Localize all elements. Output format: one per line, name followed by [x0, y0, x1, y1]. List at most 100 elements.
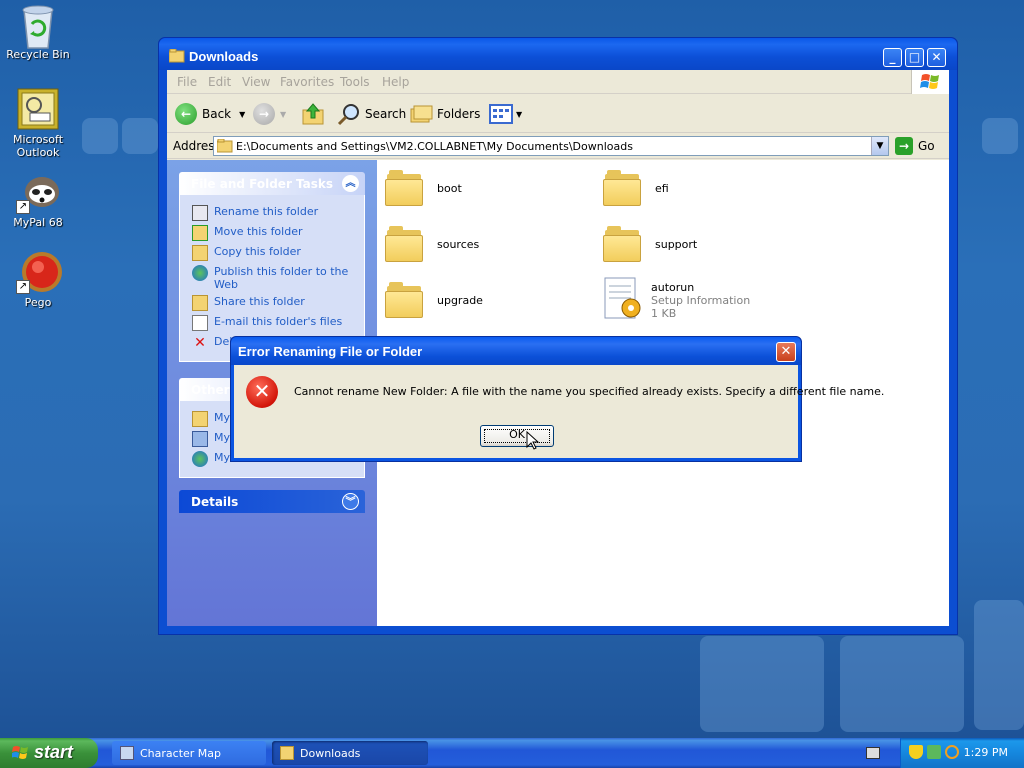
- rename-icon: [192, 205, 208, 221]
- expand-icon[interactable]: ︾: [342, 493, 359, 510]
- move-icon: [192, 225, 208, 241]
- minimize-button[interactable]: _: [883, 48, 902, 67]
- task-copy-folder[interactable]: Copy this folder: [192, 245, 354, 261]
- desktop-decoration: [82, 118, 118, 154]
- dialog-message: Cannot rename New Folder: A file with th…: [294, 385, 885, 398]
- go-arrow-icon: →: [895, 137, 913, 155]
- folders-label: Folders: [437, 107, 481, 121]
- task-publish-folder[interactable]: Publish this folder to the Web: [192, 265, 354, 291]
- folder-icon: [168, 48, 185, 66]
- taskbar-item-downloads[interactable]: Downloads: [272, 741, 428, 765]
- panel-title: File and Folder Tasks: [191, 177, 334, 191]
- file-info: autorun Setup Information 1 KB: [651, 281, 750, 320]
- panel-header[interactable]: Details ︾: [179, 490, 365, 513]
- task-label: E-mail this folder's files: [214, 315, 343, 328]
- dialog-title-bar[interactable]: Error Renaming File or Folder ✕: [231, 337, 801, 365]
- go-button[interactable]: → Go: [895, 137, 935, 155]
- menu-help[interactable]: Help: [382, 75, 409, 89]
- search-tray-icon[interactable]: [945, 745, 959, 759]
- task-label: Share this folder: [214, 295, 305, 308]
- keyboard-icon[interactable]: [866, 747, 880, 759]
- collapse-icon[interactable]: ︽: [342, 175, 359, 192]
- folder-item-boot[interactable]: boot: [385, 170, 462, 206]
- start-button[interactable]: start: [0, 738, 98, 768]
- task-label: Publish this folder to the Web: [214, 265, 349, 291]
- folder-icon: [385, 170, 425, 206]
- panel-header[interactable]: File and Folder Tasks ︽: [179, 172, 365, 195]
- folders-button[interactable]: Folders: [409, 100, 480, 128]
- views-icon: [489, 104, 513, 124]
- file-item-autorun[interactable]: autorun Setup Information 1 KB: [601, 276, 750, 324]
- delete-icon: ✕: [194, 335, 206, 351]
- menu-file[interactable]: File: [177, 75, 197, 89]
- shortcut-arrow-icon: ↗: [16, 200, 30, 214]
- system-tray: 1:29 PM: [900, 738, 1024, 768]
- copy-icon: [192, 245, 208, 261]
- desktop-icon-label: Microsoft Outlook: [12, 133, 64, 159]
- close-button[interactable]: ✕: [927, 48, 946, 67]
- taskbar-item-label: Character Map: [140, 746, 222, 760]
- focus-ring: [484, 429, 550, 443]
- address-value: E:\Documents and Settings\VM2.COLLABNET\…: [236, 140, 633, 153]
- desktop-icon-mypal[interactable]: ↗ MyPal 68: [0, 170, 76, 229]
- folder-item-upgrade[interactable]: upgrade: [385, 282, 483, 318]
- window-title-bar[interactable]: Downloads _ □ ✕: [159, 38, 957, 70]
- error-dialog: Error Renaming File or Folder ✕ ✕ Cannot…: [230, 336, 884, 462]
- mypal-icon: ↗: [16, 170, 60, 214]
- desktop-decoration: [840, 636, 964, 732]
- dialog-title: Error Renaming File or Folder: [238, 344, 423, 359]
- taskbar-item-character-map[interactable]: Character Map: [112, 741, 266, 765]
- panel-title: Details: [191, 495, 239, 509]
- address-input[interactable]: E:\Documents and Settings\VM2.COLLABNET\…: [213, 136, 889, 156]
- up-folder-button[interactable]: [301, 100, 325, 128]
- desktop-decoration: [122, 118, 158, 154]
- address-bar: Address E:\Documents and Settings\VM2.CO…: [167, 134, 949, 159]
- desktop-icon-outlook[interactable]: Microsoft Outlook: [0, 87, 76, 159]
- folder-item-efi[interactable]: efi: [603, 170, 669, 206]
- task-share-folder[interactable]: Share this folder: [192, 295, 354, 311]
- network-tray-icon[interactable]: [927, 745, 941, 759]
- taskbar-item-label: Downloads: [300, 746, 361, 760]
- file-name: efi: [655, 181, 669, 195]
- toolbar: ← Back ▼ → ▼ Search Folders ▼: [167, 95, 949, 133]
- character-map-icon: [120, 746, 134, 760]
- forward-button[interactable]: → ▼: [253, 100, 286, 128]
- desktop-icon-pego[interactable]: ↗ Pego: [0, 250, 76, 309]
- desktop-decoration: [974, 600, 1024, 730]
- dialog-close-button[interactable]: ✕: [776, 342, 796, 362]
- security-shield-icon[interactable]: [909, 745, 923, 759]
- views-button[interactable]: ▼: [489, 100, 522, 128]
- folder-icon: [192, 411, 208, 427]
- network-icon: [192, 451, 208, 467]
- menu-tools[interactable]: Tools: [340, 75, 370, 89]
- taskbar: start Character Map Downloads 1:29 PM: [0, 738, 1024, 768]
- menu-favorites[interactable]: Favorites: [280, 75, 334, 89]
- desktop-icon-recycle-bin[interactable]: Recycle Bin: [0, 2, 76, 61]
- task-move-folder[interactable]: Move this folder: [192, 225, 354, 241]
- task-email-files[interactable]: E-mail this folder's files: [192, 315, 354, 331]
- ok-button[interactable]: OK: [480, 425, 554, 447]
- clock: 1:29 PM: [963, 746, 1008, 759]
- task-rename-folder[interactable]: Rename this folder: [192, 205, 354, 221]
- shortcut-arrow-icon: ↗: [16, 280, 30, 294]
- window-title: Downloads: [189, 49, 259, 64]
- share-icon: [192, 295, 208, 311]
- menu-bar: File Edit View Favorites Tools Help: [167, 70, 949, 94]
- address-dropdown-button[interactable]: ▼: [871, 137, 888, 155]
- folder-icon: [603, 170, 643, 206]
- chevron-down-icon[interactable]: ▼: [239, 110, 245, 119]
- folder-item-support[interactable]: support: [603, 226, 697, 262]
- task-label: Move this folder: [214, 225, 303, 238]
- maximize-button[interactable]: □: [905, 48, 924, 67]
- email-icon: [192, 315, 208, 331]
- back-button[interactable]: ← Back ▼: [175, 100, 245, 128]
- menu-edit[interactable]: Edit: [208, 75, 231, 89]
- folder-item-sources[interactable]: sources: [385, 226, 479, 262]
- menu-view[interactable]: View: [242, 75, 270, 89]
- error-icon: ✕: [246, 376, 278, 408]
- file-name: sources: [437, 237, 480, 251]
- file-size: 1 KB: [651, 306, 677, 320]
- details-panel: Details ︾: [179, 490, 365, 513]
- chevron-down-icon: ▼: [516, 109, 523, 119]
- search-button[interactable]: Search: [337, 100, 406, 128]
